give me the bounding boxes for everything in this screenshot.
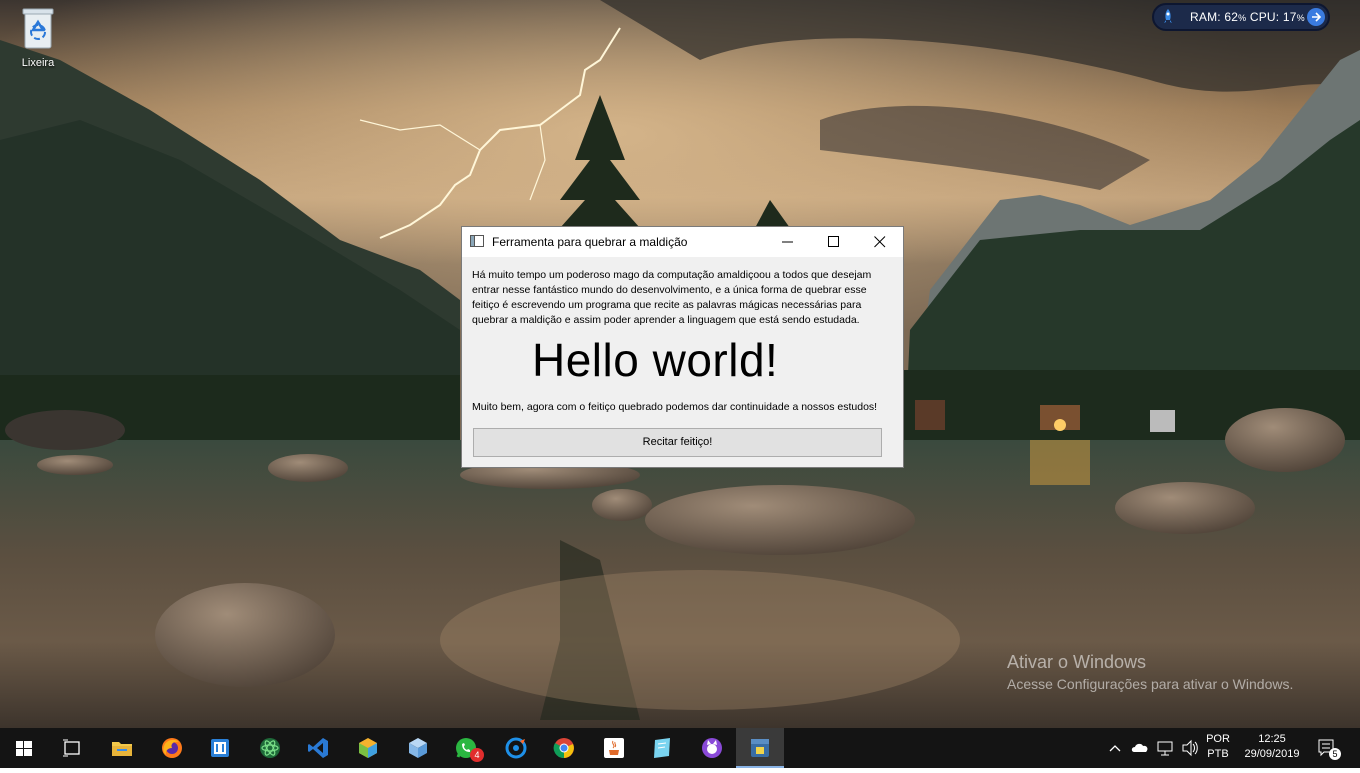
taskbar-file-explorer[interactable] bbox=[98, 728, 146, 768]
language-indicator[interactable]: POR PTB bbox=[1204, 732, 1232, 772]
taskbar: 4 POR PTB 12:25 29/09/2019 bbox=[0, 728, 1360, 768]
system-monitor-text: RAM: 62% CPU: 17% bbox=[1190, 10, 1305, 24]
taskbar-python-app[interactable] bbox=[736, 728, 784, 768]
arrow-right-icon[interactable] bbox=[1307, 8, 1325, 26]
system-monitor-widget[interactable]: RAM: 62% CPU: 17% bbox=[1152, 3, 1330, 31]
ram-unit: % bbox=[1238, 13, 1247, 23]
cloud-icon bbox=[1131, 743, 1148, 752]
onedrive-tray[interactable] bbox=[1130, 728, 1152, 768]
vscode-icon bbox=[308, 738, 328, 758]
taskbar-firefox[interactable] bbox=[148, 728, 196, 768]
taskbar-java[interactable] bbox=[590, 728, 638, 768]
app-window-icon bbox=[470, 235, 484, 247]
network-tray[interactable] bbox=[1155, 728, 1177, 768]
app-window: Ferramenta para quebrar a maldição Há mu… bbox=[461, 226, 904, 468]
ram-value: 62 bbox=[1224, 10, 1239, 24]
task-view-button[interactable] bbox=[48, 728, 96, 768]
box-app-icon bbox=[359, 738, 377, 758]
volume-tray[interactable] bbox=[1180, 728, 1202, 768]
chrome-icon bbox=[553, 738, 574, 759]
browser-app-icon bbox=[505, 737, 527, 759]
show-hidden-icons-button[interactable] bbox=[1108, 728, 1128, 768]
activation-title: Ativar o Windows bbox=[1007, 652, 1147, 672]
rocket-icon bbox=[1164, 9, 1172, 23]
taskbar-box-app[interactable] bbox=[344, 728, 392, 768]
success-message: Muito bem, agora com o feitiço quebrado … bbox=[472, 401, 878, 413]
taskbar-atom[interactable] bbox=[246, 728, 294, 768]
file-explorer-icon bbox=[112, 742, 132, 756]
close-button[interactable] bbox=[857, 227, 903, 257]
maximize-icon bbox=[828, 236, 839, 247]
firefox-icon bbox=[162, 738, 182, 758]
maximize-button[interactable] bbox=[811, 227, 857, 257]
taskbar-vscode[interactable] bbox=[294, 728, 342, 768]
window-titlebar[interactable]: Ferramenta para quebrar a maldição bbox=[462, 227, 903, 257]
recycle-bin-shortcut[interactable]: Lixeira bbox=[10, 6, 66, 69]
windows-start-icon bbox=[16, 741, 32, 756]
minimize-button[interactable] bbox=[765, 227, 811, 257]
clock-time: 12:25 bbox=[1258, 733, 1286, 745]
cpu-unit: % bbox=[1296, 13, 1305, 23]
start-button[interactable] bbox=[0, 728, 48, 768]
taskbar-chrome[interactable] bbox=[540, 728, 588, 768]
window-title: Ferramenta para quebrar a maldição bbox=[492, 235, 688, 249]
clock-date: 29/09/2019 bbox=[1244, 748, 1300, 760]
notes-app-icon bbox=[654, 738, 670, 758]
network-icon bbox=[1157, 741, 1173, 756]
taskbar-notes-app[interactable] bbox=[638, 728, 686, 768]
whatsapp-badge: 4 bbox=[470, 748, 484, 762]
task-view-icon bbox=[63, 739, 80, 757]
minimize-icon bbox=[782, 241, 793, 243]
action-center-button[interactable] bbox=[1316, 728, 1344, 768]
taskbar-whatsapp[interactable]: 4 bbox=[442, 728, 490, 768]
intro-text: Há muito tempo um poderoso mago da compu… bbox=[472, 269, 872, 326]
chevron-up-icon bbox=[1109, 745, 1121, 752]
hello-world-label: Hello world! bbox=[532, 334, 779, 386]
cpu-value: 17 bbox=[1282, 10, 1297, 24]
taskbar-cube-app[interactable] bbox=[394, 728, 442, 768]
speaker-icon bbox=[1182, 739, 1198, 757]
recite-spell-button[interactable]: Recitar feitiço! bbox=[473, 428, 882, 457]
java-icon bbox=[604, 738, 624, 758]
ram-label: RAM: bbox=[1190, 10, 1221, 24]
taskbar-app[interactable] bbox=[196, 728, 244, 768]
app-icon bbox=[211, 739, 229, 757]
taskbar-github-desktop[interactable] bbox=[688, 728, 736, 768]
activation-subtitle: Acesse Configurações para ativar o Windo… bbox=[1007, 676, 1294, 692]
activation-watermark: Ativar o Windows Acesse Configurações pa… bbox=[1007, 652, 1293, 692]
python-app-icon bbox=[751, 739, 769, 757]
keyboard-layout: PTB bbox=[1207, 748, 1229, 760]
close-icon bbox=[874, 236, 886, 248]
github-desktop-icon bbox=[702, 738, 722, 758]
recycle-bin-icon bbox=[22, 8, 54, 49]
cpu-label: CPU: bbox=[1249, 10, 1280, 24]
language-code: POR bbox=[1206, 733, 1230, 745]
cube-app-icon bbox=[409, 738, 427, 758]
taskbar-browser-app[interactable] bbox=[492, 728, 540, 768]
recycle-bin-label: Lixeira bbox=[21, 57, 55, 69]
taskbar-clock[interactable]: 12:25 29/09/2019 bbox=[1240, 732, 1304, 772]
atom-icon bbox=[260, 738, 280, 758]
notification-count-badge: 5 bbox=[1329, 748, 1341, 760]
